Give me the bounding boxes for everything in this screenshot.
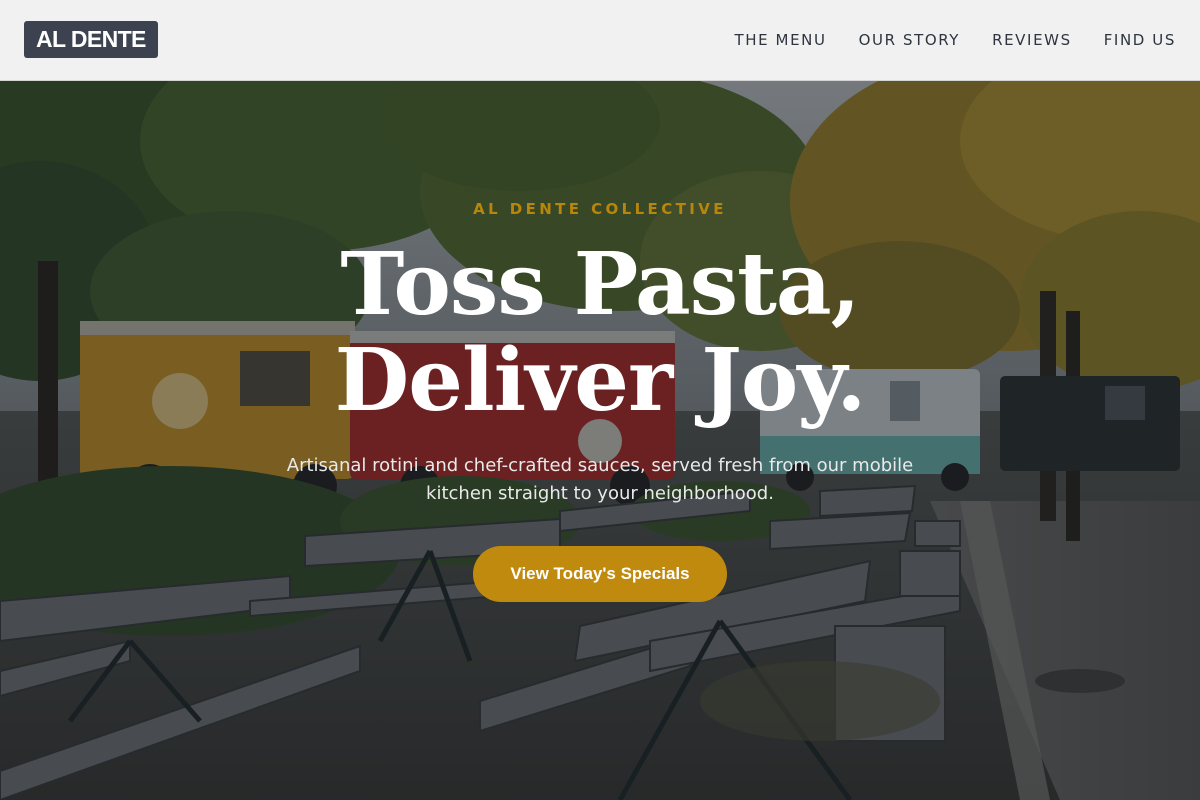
- view-specials-button[interactable]: View Today's Specials: [473, 546, 727, 602]
- site-header: AL DENTE THE MENU OUR STORY REVIEWS FIND…: [0, 0, 1200, 81]
- headline-line-1: Toss Pasta,: [340, 234, 860, 335]
- hero-headline: Toss Pasta, Deliver Joy.: [0, 237, 1200, 429]
- nav-link-our-story[interactable]: OUR STORY: [859, 31, 961, 49]
- hero-content: AL DENTE COLLECTIVE Toss Pasta, Deliver …: [0, 81, 1200, 800]
- nav-link-menu[interactable]: THE MENU: [734, 31, 826, 49]
- headline-line-2: Deliver Joy.: [334, 330, 867, 431]
- logo[interactable]: AL DENTE: [24, 21, 158, 58]
- hero-kicker: AL DENTE COLLECTIVE: [473, 200, 727, 218]
- main-nav: THE MENU OUR STORY REVIEWS FIND US: [734, 0, 1176, 80]
- nav-link-reviews[interactable]: REVIEWS: [992, 31, 1072, 49]
- hero-section: AL DENTE COLLECTIVE Toss Pasta, Deliver …: [0, 81, 1200, 800]
- hero-subtitle: Artisanal rotini and chef-crafted sauces…: [286, 455, 914, 504]
- nav-link-find-us[interactable]: FIND US: [1104, 31, 1176, 49]
